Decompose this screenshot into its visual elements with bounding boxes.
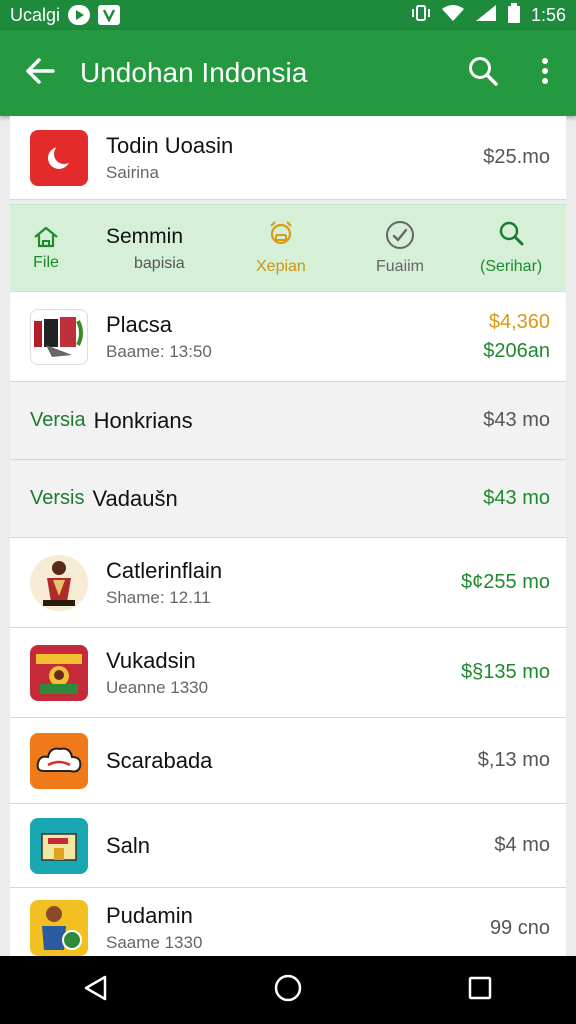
list-item[interactable]: Versis Vadaušn $43 mo bbox=[10, 460, 566, 538]
list-item[interactable]: Catlerinflain Shame: 12.11 $¢255 mo bbox=[10, 538, 566, 628]
tab-serihar-label: (Serihar) bbox=[480, 258, 543, 275]
catlerinflain-app-icon bbox=[30, 554, 88, 611]
more-options-button[interactable] bbox=[514, 57, 576, 90]
item-price: $§135 mo bbox=[461, 661, 550, 683]
item-price-secondary: $206an bbox=[483, 339, 550, 362]
more-vert-icon bbox=[540, 57, 550, 90]
list-item[interactable]: Vukadsin Ueanne 1330 $§135 mo bbox=[10, 628, 566, 718]
item-name: Scarabada bbox=[106, 747, 213, 773]
carrier-label: Ucalgi bbox=[10, 4, 61, 25]
item-name: Vukadsin bbox=[106, 647, 196, 673]
item-price: 99 cno bbox=[489, 916, 550, 939]
search-icon bbox=[467, 55, 499, 92]
item-price: $43 mo bbox=[483, 487, 550, 509]
battery-icon bbox=[507, 2, 521, 28]
app-bar: Undohan Indonsia bbox=[0, 30, 576, 116]
item-sub: Saame 1330 bbox=[106, 933, 203, 952]
list-item[interactable]: Saln $4 mo bbox=[10, 804, 566, 888]
tab-file-label: File bbox=[33, 254, 59, 271]
tab-fuaiim[interactable]: Fuaiim bbox=[376, 219, 424, 276]
featured-app-icon bbox=[30, 129, 88, 186]
item-name: Placsa bbox=[106, 311, 173, 337]
list-item[interactable]: Placsa Baame: 13:50 $4,360 $206an bbox=[10, 292, 566, 382]
list-item[interactable]: Versia Honkrians $43 mo bbox=[10, 382, 566, 460]
featured-item[interactable]: Todin Uoasin Sairina $25.mo bbox=[10, 116, 566, 200]
vibrate-icon bbox=[411, 4, 431, 27]
search-tab-icon bbox=[499, 221, 524, 246]
nav-back-button[interactable] bbox=[81, 973, 111, 1008]
item-sub: Baame: 13:50 bbox=[106, 341, 212, 361]
home-icon bbox=[34, 226, 58, 248]
item-name: Vadaušn bbox=[92, 485, 178, 511]
wifi-icon bbox=[441, 4, 465, 27]
nav-recents-button[interactable] bbox=[465, 973, 495, 1008]
signal-icon bbox=[475, 4, 497, 27]
verified-icon bbox=[386, 221, 414, 249]
page-title: Undohan Indonsia bbox=[80, 57, 308, 88]
item-name: Saln bbox=[106, 832, 151, 858]
item-price: $4,360 bbox=[488, 310, 550, 333]
nav-recents-icon bbox=[468, 976, 492, 999]
nav-home-button[interactable] bbox=[273, 973, 303, 1008]
content-list: Todin Uoasin Sairina $25.mo File Semmin … bbox=[10, 116, 566, 968]
tab-xepian[interactable]: Xepian bbox=[256, 219, 306, 276]
clock: 1:56 bbox=[530, 4, 566, 25]
saln-app-icon bbox=[30, 817, 88, 874]
system-nav-bar bbox=[0, 956, 576, 1024]
tab-serihar[interactable]: (Serihar) bbox=[480, 219, 542, 276]
item-name: Catlerinflain bbox=[106, 557, 223, 583]
tab-file[interactable]: File bbox=[32, 225, 60, 272]
alarm-icon bbox=[270, 221, 292, 245]
tab-semmin-title: Semmin bbox=[106, 225, 184, 248]
item-price: $43 mo bbox=[483, 409, 550, 431]
item-tag: Versis bbox=[30, 487, 85, 509]
placsa-app-icon bbox=[30, 308, 88, 365]
tab-semmin[interactable]: Semmin bapisia bbox=[106, 225, 185, 273]
category-tabs: File Semmin bapisia Xepian Fuaiim (Serih… bbox=[10, 204, 566, 292]
item-price: $4 mo bbox=[494, 834, 550, 856]
featured-price: $25.mo bbox=[483, 146, 550, 168]
notification-icon bbox=[68, 5, 91, 25]
pudamin-app-icon bbox=[30, 900, 88, 956]
app-notification-icon bbox=[98, 5, 121, 25]
featured-name: Todin Uoasin bbox=[106, 132, 234, 158]
search-button[interactable] bbox=[452, 55, 514, 92]
tab-fuaiim-label: Fuaiim bbox=[376, 258, 425, 275]
list-item[interactable]: Scarabada $,13 mo bbox=[10, 718, 566, 804]
item-price: $¢255 mo bbox=[461, 571, 550, 593]
vukadsin-app-icon bbox=[30, 644, 88, 701]
item-name: Honkrians bbox=[93, 407, 193, 433]
nav-back-icon bbox=[84, 975, 107, 1000]
featured-sub: Sairina bbox=[106, 162, 159, 182]
item-name: Pudamin bbox=[106, 903, 193, 928]
item-sub: Shame: 12.11 bbox=[106, 587, 211, 607]
nav-home-icon bbox=[274, 974, 302, 1001]
scarabada-app-icon bbox=[30, 732, 88, 789]
back-arrow-icon bbox=[24, 57, 56, 90]
item-tag: Versia bbox=[30, 409, 86, 431]
status-bar: Ucalgi 1:56 bbox=[0, 0, 576, 30]
item-price: $,13 mo bbox=[477, 749, 550, 771]
tab-semmin-sub: bapisia bbox=[134, 255, 185, 272]
item-sub: Ueanne 1330 bbox=[106, 677, 209, 697]
tab-xepian-label: Xepian bbox=[256, 258, 306, 275]
back-button[interactable] bbox=[0, 57, 80, 90]
